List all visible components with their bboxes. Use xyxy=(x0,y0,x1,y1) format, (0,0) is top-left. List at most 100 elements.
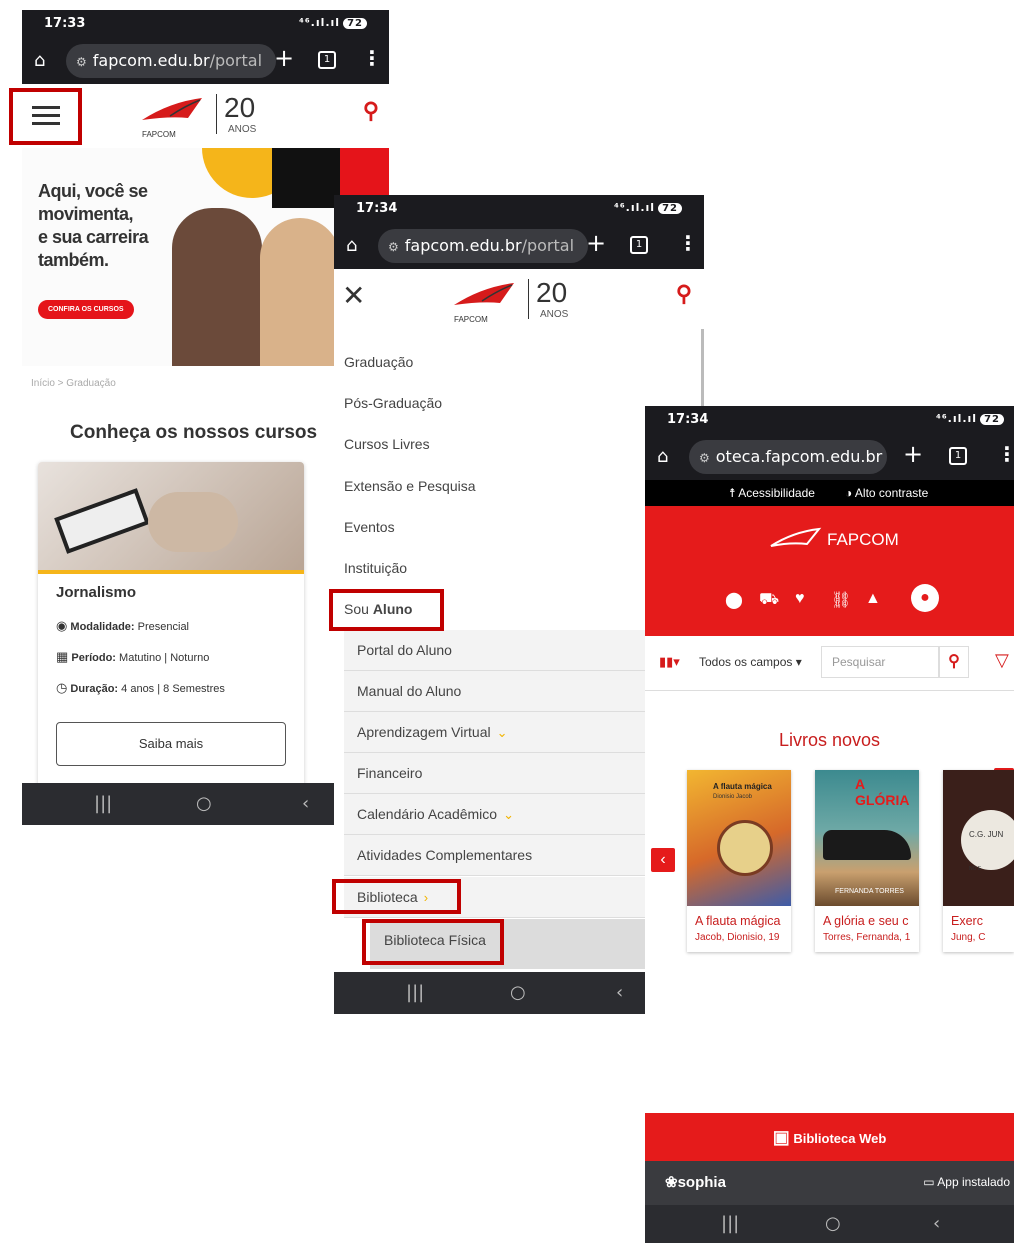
sophia-logo[interactable]: ❀sophia xyxy=(665,1173,726,1191)
tab-switcher-icon[interactable]: 1 xyxy=(630,236,648,254)
site-settings-icon[interactable]: ⚙ xyxy=(76,55,87,69)
search-placeholder: Pesquisar xyxy=(832,655,886,669)
book-author: Torres, Fernanda, 1 xyxy=(823,932,911,943)
more-menu-icon[interactable]: ⋮ xyxy=(997,442,1014,466)
filter-icon[interactable]: ▽ xyxy=(995,650,1009,671)
highlight-biblioteca-fisica xyxy=(362,919,504,965)
tab-switcher-icon[interactable]: 1 xyxy=(949,447,967,465)
home-button-icon[interactable]: ○ xyxy=(825,1213,841,1234)
address-bar[interactable]: ⚙ fapcom.edu.br/portal xyxy=(378,229,588,263)
menu-scrollbar[interactable] xyxy=(701,329,704,409)
contrast-icon: ◑ xyxy=(845,486,853,500)
home-button-icon[interactable]: ○ xyxy=(510,982,526,1003)
calendar-icon: ▦ xyxy=(56,649,69,664)
tab-switcher-icon[interactable]: 1 xyxy=(318,51,336,69)
submenu-label: Portal do Aluno xyxy=(357,642,452,658)
chevron-down-icon: ⌄ xyxy=(496,725,508,740)
accessibility-link[interactable]: ☨ Acessibilidade xyxy=(729,480,815,506)
menu-item-eventos[interactable]: Eventos xyxy=(344,519,395,535)
search-button[interactable]: ⚲ xyxy=(939,646,969,678)
book-type-icon[interactable]: ▮▮▾ xyxy=(659,654,680,670)
basket-icon[interactable]: ⛟ xyxy=(759,590,779,610)
home-icon[interactable]: ⌂ xyxy=(346,235,357,256)
field-select[interactable]: Todos os campos ▾ xyxy=(699,655,802,669)
new-tab-icon[interactable]: + xyxy=(903,440,923,468)
book-title: A flauta mágica xyxy=(695,914,781,928)
location-icon[interactable]: ⬤ xyxy=(725,590,743,610)
status-icons: ⁴⁶.ıl.ıl 72 xyxy=(299,16,367,29)
back-icon[interactable]: ‹ xyxy=(302,793,309,814)
status-time: 17:34 xyxy=(356,201,398,216)
more-menu-icon[interactable]: ⋮ xyxy=(678,231,698,255)
hero-person-1 xyxy=(172,208,262,366)
fapcom-logo[interactable]: FAPCOM 20 ANOS xyxy=(452,277,592,325)
book-card-2[interactable]: A GLÓRIA FERNANDA TORRES A glória e seu … xyxy=(815,770,919,952)
highlight-hamburger xyxy=(9,88,82,145)
sophia-bar: ❀sophia ▭ App instalado xyxy=(645,1161,1014,1205)
user-avatar-icon[interactable]: ● xyxy=(911,584,939,612)
search-input[interactable]: Pesquisar xyxy=(821,646,939,678)
signal-icon: ⁴⁶.ıl.ıl xyxy=(299,16,341,29)
recent-apps-icon[interactable]: ||| xyxy=(406,982,424,1003)
modalidade-label: Modalidade: xyxy=(70,621,135,633)
site-settings-icon[interactable]: ⚙ xyxy=(388,240,399,254)
fapcom-library-logo[interactable]: FAPCOM xyxy=(769,526,909,556)
menu-item-extensao[interactable]: Extensão e Pesquisa xyxy=(344,478,476,494)
menu-item-graduacao[interactable]: Graduação xyxy=(344,354,413,370)
screen-biblioteca: 17:34 ⁴⁶.ıl.ıl 72 ⌂ ⚙ oteca.fapcom.edu.br … xyxy=(645,406,1014,1243)
book-cover: A flauta mágica Dionisio Jacob xyxy=(687,770,791,906)
book-card-1[interactable]: A flauta mágica Dionisio Jacob A flauta … xyxy=(687,770,791,952)
recent-apps-icon[interactable]: ||| xyxy=(94,793,112,814)
home-button-icon[interactable]: ○ xyxy=(196,793,212,814)
biblioteca-web-icon: ▣ xyxy=(772,1127,790,1147)
duracao-value: 4 anos | 8 Semestres xyxy=(121,683,225,695)
course-image xyxy=(38,462,304,570)
sophia-icon: ❀ xyxy=(665,1174,678,1191)
recent-apps-icon[interactable]: ||| xyxy=(721,1213,739,1234)
book-author: Jacob, Dionisio, 19 xyxy=(695,932,780,943)
biblioteca-web-footer[interactable]: ▣ Biblioteca Web xyxy=(645,1113,1014,1161)
hero-line-1: Aqui, você se xyxy=(38,181,148,201)
new-tab-icon[interactable]: + xyxy=(586,229,606,257)
fapcom-logo[interactable]: FAPCOM 20 ANOS xyxy=(140,92,280,140)
browser-toolbar: ⌂ ⚙ fapcom.edu.br/portal + 1 ⋮ xyxy=(334,223,704,269)
home-icon[interactable]: ⌂ xyxy=(657,446,668,467)
menu-item-instituicao[interactable]: Instituição xyxy=(344,560,407,576)
cover-title: C.G. JUN xyxy=(969,830,1004,839)
carousel-prev-button[interactable]: ‹ xyxy=(651,848,675,872)
hero-cta-button[interactable]: CONFIRA OS CURSOS xyxy=(38,300,134,319)
address-bar[interactable]: ⚙ oteca.fapcom.edu.br xyxy=(689,440,887,474)
new-tab-icon[interactable]: + xyxy=(274,44,294,72)
close-icon[interactable]: ✕ xyxy=(342,279,365,312)
contrast-label: Alto contraste xyxy=(854,486,929,500)
book-card-3[interactable]: C.G. JUN NO E Exerc Jung, C xyxy=(943,770,1014,952)
highlight-biblioteca xyxy=(332,879,461,914)
menu-item-cursos-livres[interactable]: Cursos Livres xyxy=(344,436,430,452)
cover-subtitle: NO E xyxy=(969,866,982,872)
search-icon[interactable]: ⚲ xyxy=(676,281,692,307)
hero-line-3: e sua carreira xyxy=(38,227,149,247)
sophia-label: sophia xyxy=(677,1174,726,1191)
saiba-mais-button[interactable]: Saiba mais xyxy=(56,722,286,766)
search-icon[interactable]: ⚲ xyxy=(363,98,379,124)
address-bar[interactable]: ⚙ fapcom.edu.br/portal xyxy=(66,44,276,78)
cover-title: A flauta mágica xyxy=(713,782,772,791)
site-settings-icon[interactable]: ⚙ xyxy=(699,451,710,465)
course-card: Jornalismo ◉ Modalidade: Presencial ▦ Pe… xyxy=(38,462,304,792)
link-icon[interactable]: ⛓ xyxy=(831,590,851,610)
periodo-row: ▦ Período: Matutino | Noturno xyxy=(56,649,209,665)
battery-icon: 72 xyxy=(980,414,1004,425)
back-icon[interactable]: ‹ xyxy=(616,982,623,1003)
more-menu-icon[interactable]: ⋮ xyxy=(362,46,382,70)
search-icon: ⚲ xyxy=(948,653,960,670)
contrast-link[interactable]: ◑ Alto contraste xyxy=(845,480,928,506)
menu-item-pos-graduacao[interactable]: Pós-Graduação xyxy=(344,395,442,411)
search-bar: ▮▮▾ Todos os campos ▾ Pesquisar ⚲ ▽ xyxy=(645,636,1014,691)
breadcrumb[interactable]: Início > Graduação xyxy=(31,378,116,389)
back-icon[interactable]: ‹ xyxy=(933,1213,940,1234)
home-icon[interactable]: ⌂ xyxy=(34,50,45,71)
heart-icon[interactable]: ♥ xyxy=(795,590,805,608)
url-path: /portal xyxy=(521,236,575,255)
graduation-cap-icon[interactable]: ▲ xyxy=(865,590,881,608)
app-installed[interactable]: ▭ App instalado xyxy=(923,1175,1010,1189)
